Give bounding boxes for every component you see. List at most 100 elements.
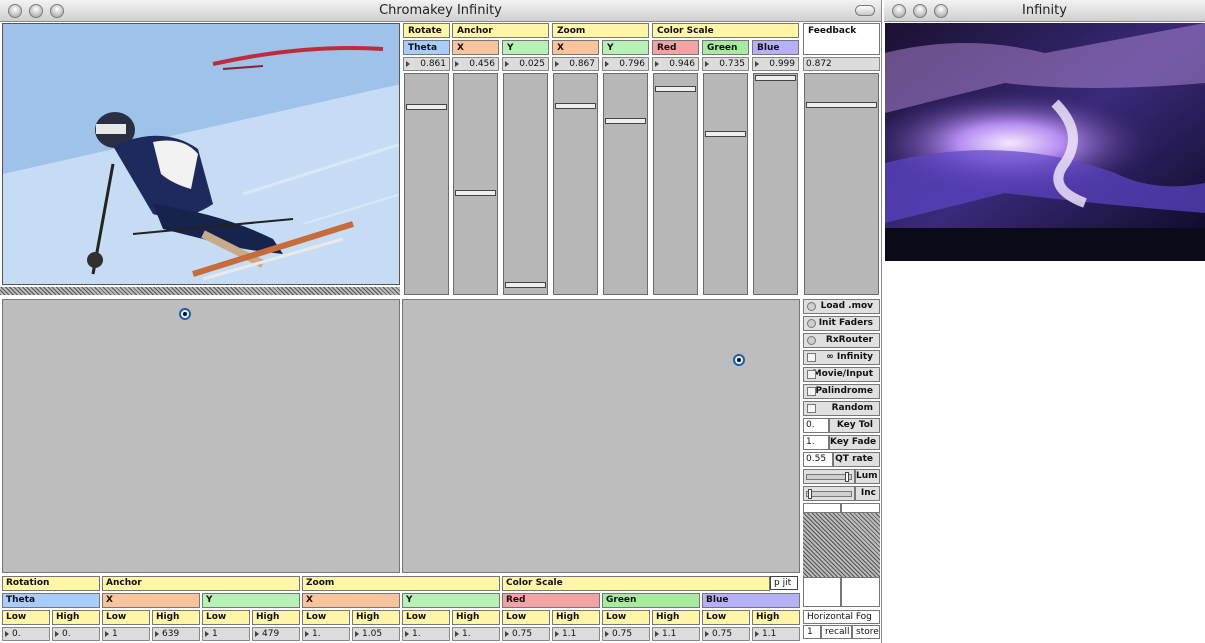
qt-rate-number[interactable]: 0.55 [803,452,833,467]
bottom-zoom-x-low-number[interactable]: 1. [302,627,350,641]
top-channel-anchor-y-value[interactable]: 0.025 [502,57,549,71]
output-render [885,23,1205,261]
bottom-green-high-label: High [652,610,700,625]
inc-slider[interactable] [803,486,855,501]
top-channel-red-value[interactable]: 0.946 [652,57,699,71]
bottom-red-low-number[interactable]: 0.75 [502,627,550,641]
main-window: Chromakey Infinity Rotate Anchor Zoom Co… [0,0,882,643]
xy-pad-handle[interactable] [733,354,745,366]
toggle-box-icon [807,387,816,396]
output-titlebar[interactable]: Infinity [884,0,1205,22]
bottom-theta-high-number[interactable]: 0. [52,627,100,641]
fader-knob[interactable] [806,102,877,108]
bottom-anchor-y-high-number[interactable]: 479 [252,627,300,641]
toolbar-toggle-icon[interactable] [855,5,875,16]
init-faders-button[interactable]: Init Faders [803,316,880,331]
bottom-zoom-y-high-number[interactable]: 1. [452,627,500,641]
fader-knob[interactable] [605,118,646,124]
preset-number[interactable]: 1 [803,625,821,639]
rotate-anchor-xy-pad[interactable] [2,299,400,573]
top-channel-anchor-x-fader[interactable] [453,73,498,295]
top-channel-theta-value[interactable]: 0.861 [403,57,450,71]
top-channel-anchor-x-value[interactable]: 0.456 [452,57,499,71]
bottom-group-zoom-header: Zoom [302,576,500,591]
top-group-rotate-header: Rotate [403,23,450,38]
zoom-color-xy-pad[interactable] [402,299,800,573]
p-jit-button[interactable]: p jit [770,576,798,590]
top-channel-feedback-fader[interactable] [804,73,879,295]
fader-knob[interactable] [705,131,746,137]
store-button[interactable]: store [852,625,880,639]
feedback-output-frame [885,23,1205,261]
bottom-theta-low-number[interactable]: 0. [2,627,50,641]
rx-router-label: RxRouter [825,335,873,345]
fader-knob[interactable] [655,86,696,92]
bottom-channel-theta-label: Theta [2,593,100,608]
key-fade-label: Key Fade [829,435,880,450]
palindrome-toggle[interactable]: Palindrome [803,384,880,399]
top-channel-zoom-x-label: X [552,40,599,55]
top-channel-anchor-y-fader[interactable] [503,73,548,295]
fader-knob[interactable] [505,282,546,288]
bottom-theta-low-label: Low [2,610,50,625]
bottom-group-color-scale-header: Color Scale [502,576,770,591]
main-titlebar[interactable]: Chromakey Infinity [0,0,881,22]
bottom-anchor-x-high-number[interactable]: 639 [152,627,200,641]
slider-thumb[interactable] [808,489,812,499]
blank-field-left-2[interactable] [803,577,841,607]
top-channel-zoom-x-fader[interactable] [553,73,598,295]
key-fade-number[interactable]: 1. [803,435,829,450]
bottom-channel-red-label: Red [502,593,600,608]
infinity-toggle[interactable]: ∞ Infinity [803,350,880,365]
bottom-anchor-x-low-label: Low [102,610,150,625]
rx-router-button[interactable]: RxRouter [803,333,880,348]
top-channel-zoom-x-value[interactable]: 0.867 [552,57,599,71]
load-mov-label: Load .mov [820,301,873,311]
init-faders-label: Init Faders [818,318,873,328]
inc-label: Inc [855,486,880,501]
fader-knob[interactable] [455,190,496,196]
bottom-red-high-number[interactable]: 1.1 [552,627,600,641]
bottom-green-low-number[interactable]: 0.75 [602,627,650,641]
movie-input-toggle[interactable]: Movie/Input [803,367,880,382]
top-channel-theta-fader[interactable] [404,73,449,295]
bottom-blue-low-number[interactable]: 0.75 [702,627,750,641]
skier-video-frame [3,24,399,284]
top-channel-blue-fader[interactable] [753,73,798,295]
lum-slider[interactable] [803,469,855,484]
top-channel-zoom-y-value[interactable]: 0.796 [602,57,649,71]
top-channel-theta-label: Theta [403,40,450,55]
key-tol-number[interactable]: 0. [803,418,829,433]
top-channel-red-fader[interactable] [653,73,698,295]
toggle-box-icon [807,353,816,362]
bottom-anchor-x-low-number[interactable]: 1 [102,627,150,641]
bottom-zoom-y-low-number[interactable]: 1. [402,627,450,641]
top-channel-zoom-y-fader[interactable] [603,73,648,295]
blank-field-left[interactable] [803,503,841,513]
slider-track [806,491,852,497]
infinity-label: Infinity [836,352,873,362]
bottom-green-high-number[interactable]: 1.1 [652,627,700,641]
top-channel-feedback-value[interactable]: 0.872 [803,57,880,71]
bottom-anchor-y-low-number[interactable]: 1 [202,627,250,641]
random-toggle[interactable]: Random [803,401,880,416]
bottom-channel-green-label: Green [602,593,700,608]
top-channel-blue-value[interactable]: 0.999 [752,57,799,71]
load-mov-button[interactable]: Load .mov [803,299,880,314]
top-channel-green-fader[interactable] [703,73,748,295]
bottom-zoom-x-high-number[interactable]: 1.05 [352,627,400,641]
top-channel-green-value[interactable]: 0.735 [702,57,749,71]
bottom-blue-high-number[interactable]: 1.1 [752,627,800,641]
xy-pad-handle[interactable] [179,308,191,320]
output-window-title: Infinity [1022,3,1067,18]
input-video-preview [2,23,400,285]
fader-knob[interactable] [755,75,796,81]
recall-button[interactable]: recall [821,625,852,639]
slider-thumb[interactable] [845,472,849,482]
fader-knob[interactable] [406,104,447,110]
bottom-group-anchor-header: Anchor [102,576,300,591]
fader-knob[interactable] [555,103,596,109]
blank-field-right-2[interactable] [841,577,880,607]
lum-label: Lum [855,469,880,484]
blank-field-right[interactable] [841,503,880,513]
